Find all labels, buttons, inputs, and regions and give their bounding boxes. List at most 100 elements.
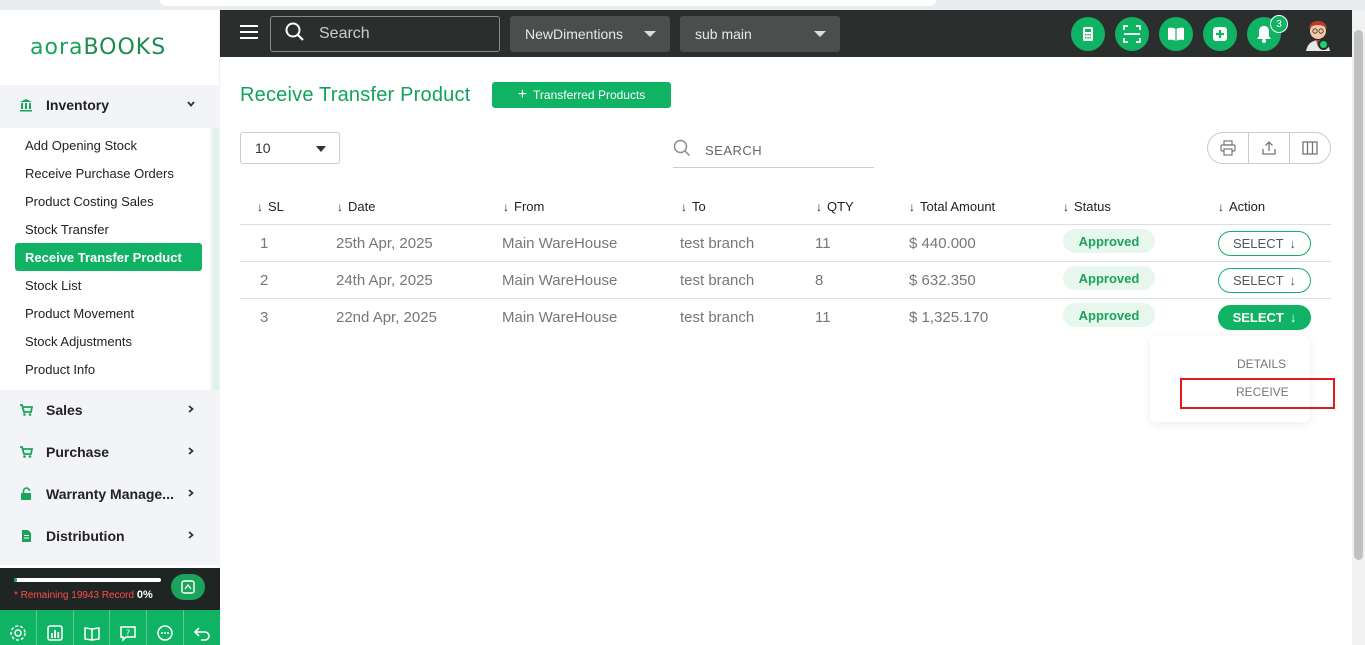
sidebar-group-warranty[interactable]: Warranty Manage... [0,474,220,514]
status-badge: Approved [1063,266,1155,290]
column-header-sl[interactable]: ↓ SL [257,188,284,225]
open-book-icon[interactable] [1159,17,1193,51]
arrow-down-icon: ↓ [1289,273,1297,288]
column-header-total-amount[interactable]: ↓ Total Amount [909,188,995,225]
cell-qty: 8 [815,272,824,289]
cell-date: 25th Apr, 2025 [336,235,433,252]
unlock-icon [18,486,34,502]
table-search-input[interactable] [705,142,865,158]
sort-arrow-icon: ↓ [909,199,915,214]
help-icon[interactable]: ? [110,610,148,645]
export-icon[interactable] [1249,133,1290,163]
columns-icon[interactable] [1290,133,1330,163]
column-header-action[interactable]: ↓ Action [1218,188,1265,225]
cart-icon [18,444,34,460]
chevron-right-icon [186,487,196,501]
transferred-products-button[interactable]: + Transferred Products [492,82,671,108]
cell-from: Main WareHouse [502,272,618,289]
cell-from: Main WareHouse [502,309,618,326]
submenu-scrollbar[interactable] [213,128,219,390]
table-row: 1 25th Apr, 2025 Main WareHouse test bra… [240,225,1331,262]
sidebar-item-stock-list[interactable]: Stock List [15,271,202,299]
sidebar-item-add-opening-stock[interactable]: Add Opening Stock [15,131,202,159]
sort-arrow-icon: ↓ [1218,199,1224,214]
sidebar-menu: Inventory Add Opening Stock Receive Purc… [0,85,220,565]
select-action-button[interactable]: SELECT ↓ [1218,305,1311,330]
scanner-icon[interactable] [1115,17,1149,51]
add-icon[interactable] [1203,17,1237,51]
calculator-icon[interactable] [1071,17,1105,51]
cell-total-amount: $ 440.000 [909,235,976,252]
status-badge: Approved [1063,303,1155,327]
inventory-submenu: Add Opening Stock Receive Purchase Order… [0,128,210,390]
sidebar-group-inventory[interactable]: Inventory [0,85,220,125]
sort-arrow-icon: ↓ [681,199,687,214]
cell-total-amount: $ 1,325.170 [909,309,989,326]
arrow-down-icon: ↓ [1289,236,1297,251]
search-icon [673,139,691,162]
page-scrollbar[interactable] [1352,10,1365,645]
table-row: 2 24th Apr, 2025 Main WareHouse test bra… [240,262,1331,299]
global-search-input[interactable] [319,25,479,43]
book-icon[interactable] [74,610,111,645]
upgrade-button[interactable] [171,574,205,600]
cell-sl: 3 [260,309,269,326]
cell-date: 24th Apr, 2025 [336,272,433,289]
cell-qty: 11 [815,309,831,326]
menu-item-details[interactable]: DETAILS [1150,351,1310,377]
browser-tab-strip [0,0,1365,10]
chevron-right-icon [186,445,196,459]
branch-select[interactable]: sub main [680,16,840,52]
menu-toggle-icon[interactable] [240,25,258,39]
report-chart-icon[interactable] [37,610,74,645]
sidebar-group-purchase[interactable]: Purchase [0,432,220,472]
sidebar-item-product-movement[interactable]: Product Movement [15,299,202,327]
record-usage-panel: * Remaining 19943 Record 0% [0,568,220,610]
table-tools [1207,132,1331,164]
sidebar-group-distribution[interactable]: Distribution [0,516,220,556]
chat-icon[interactable] [147,610,185,645]
document-icon [18,528,34,544]
sidebar-item-receive-transfer-product[interactable]: Receive Transfer Product [15,243,202,271]
sidebar-item-stock-adjustments[interactable]: Stock Adjustments [15,327,202,355]
sidebar-item-stock-transfer[interactable]: Stock Transfer [15,215,202,243]
sort-arrow-icon: ↓ [337,199,343,214]
select-action-button[interactable]: SELECT ↓ [1218,231,1311,256]
cell-total-amount: $ 632.350 [909,272,976,289]
online-status-dot [1318,39,1329,50]
column-header-status[interactable]: ↓ Status [1063,188,1111,225]
sidebar-item-receive-purchase-orders[interactable]: Receive Purchase Orders [15,159,202,187]
notification-badge: 3 [1270,15,1288,33]
column-header-to[interactable]: ↓ To [681,188,706,225]
status-badge: Approved [1063,229,1155,253]
company-select[interactable]: NewDimentions [510,16,670,52]
top-navbar: NewDimentions sub main 3 [220,10,1352,57]
select-action-button[interactable]: SELECT ↓ [1218,268,1311,293]
cell-sl: 2 [260,272,269,289]
caret-down-icon [814,31,826,37]
table-search[interactable] [673,133,874,168]
page-size-select[interactable]: 10 [240,132,340,164]
search-icon [285,22,305,47]
column-header-from[interactable]: ↓ From [503,188,544,225]
global-search[interactable] [270,16,500,52]
caret-down-icon [644,31,656,37]
cell-date: 22nd Apr, 2025 [336,309,437,326]
caret-down-icon [316,146,326,152]
sort-arrow-icon: ↓ [503,199,509,214]
app-logo[interactable]: aoraBOOKS [30,35,166,60]
back-icon[interactable] [184,610,220,645]
sidebar-item-product-info[interactable]: Product Info [15,355,202,383]
print-icon[interactable] [1208,133,1249,163]
record-progress-bar [14,578,161,582]
cell-to: test branch [680,272,755,289]
column-header-qty[interactable]: ↓ QTY [816,188,854,225]
sidebar-group-sales[interactable]: Sales [0,390,220,430]
settings-icon[interactable] [0,610,37,645]
sidebar-item-product-costing-sales[interactable]: Product Costing Sales [15,187,202,215]
svg-text:?: ? [126,628,130,637]
sort-arrow-icon: ↓ [816,199,822,214]
column-header-date[interactable]: ↓ Date [337,188,375,225]
chevron-down-icon [186,98,196,112]
cell-to: test branch [680,309,755,326]
